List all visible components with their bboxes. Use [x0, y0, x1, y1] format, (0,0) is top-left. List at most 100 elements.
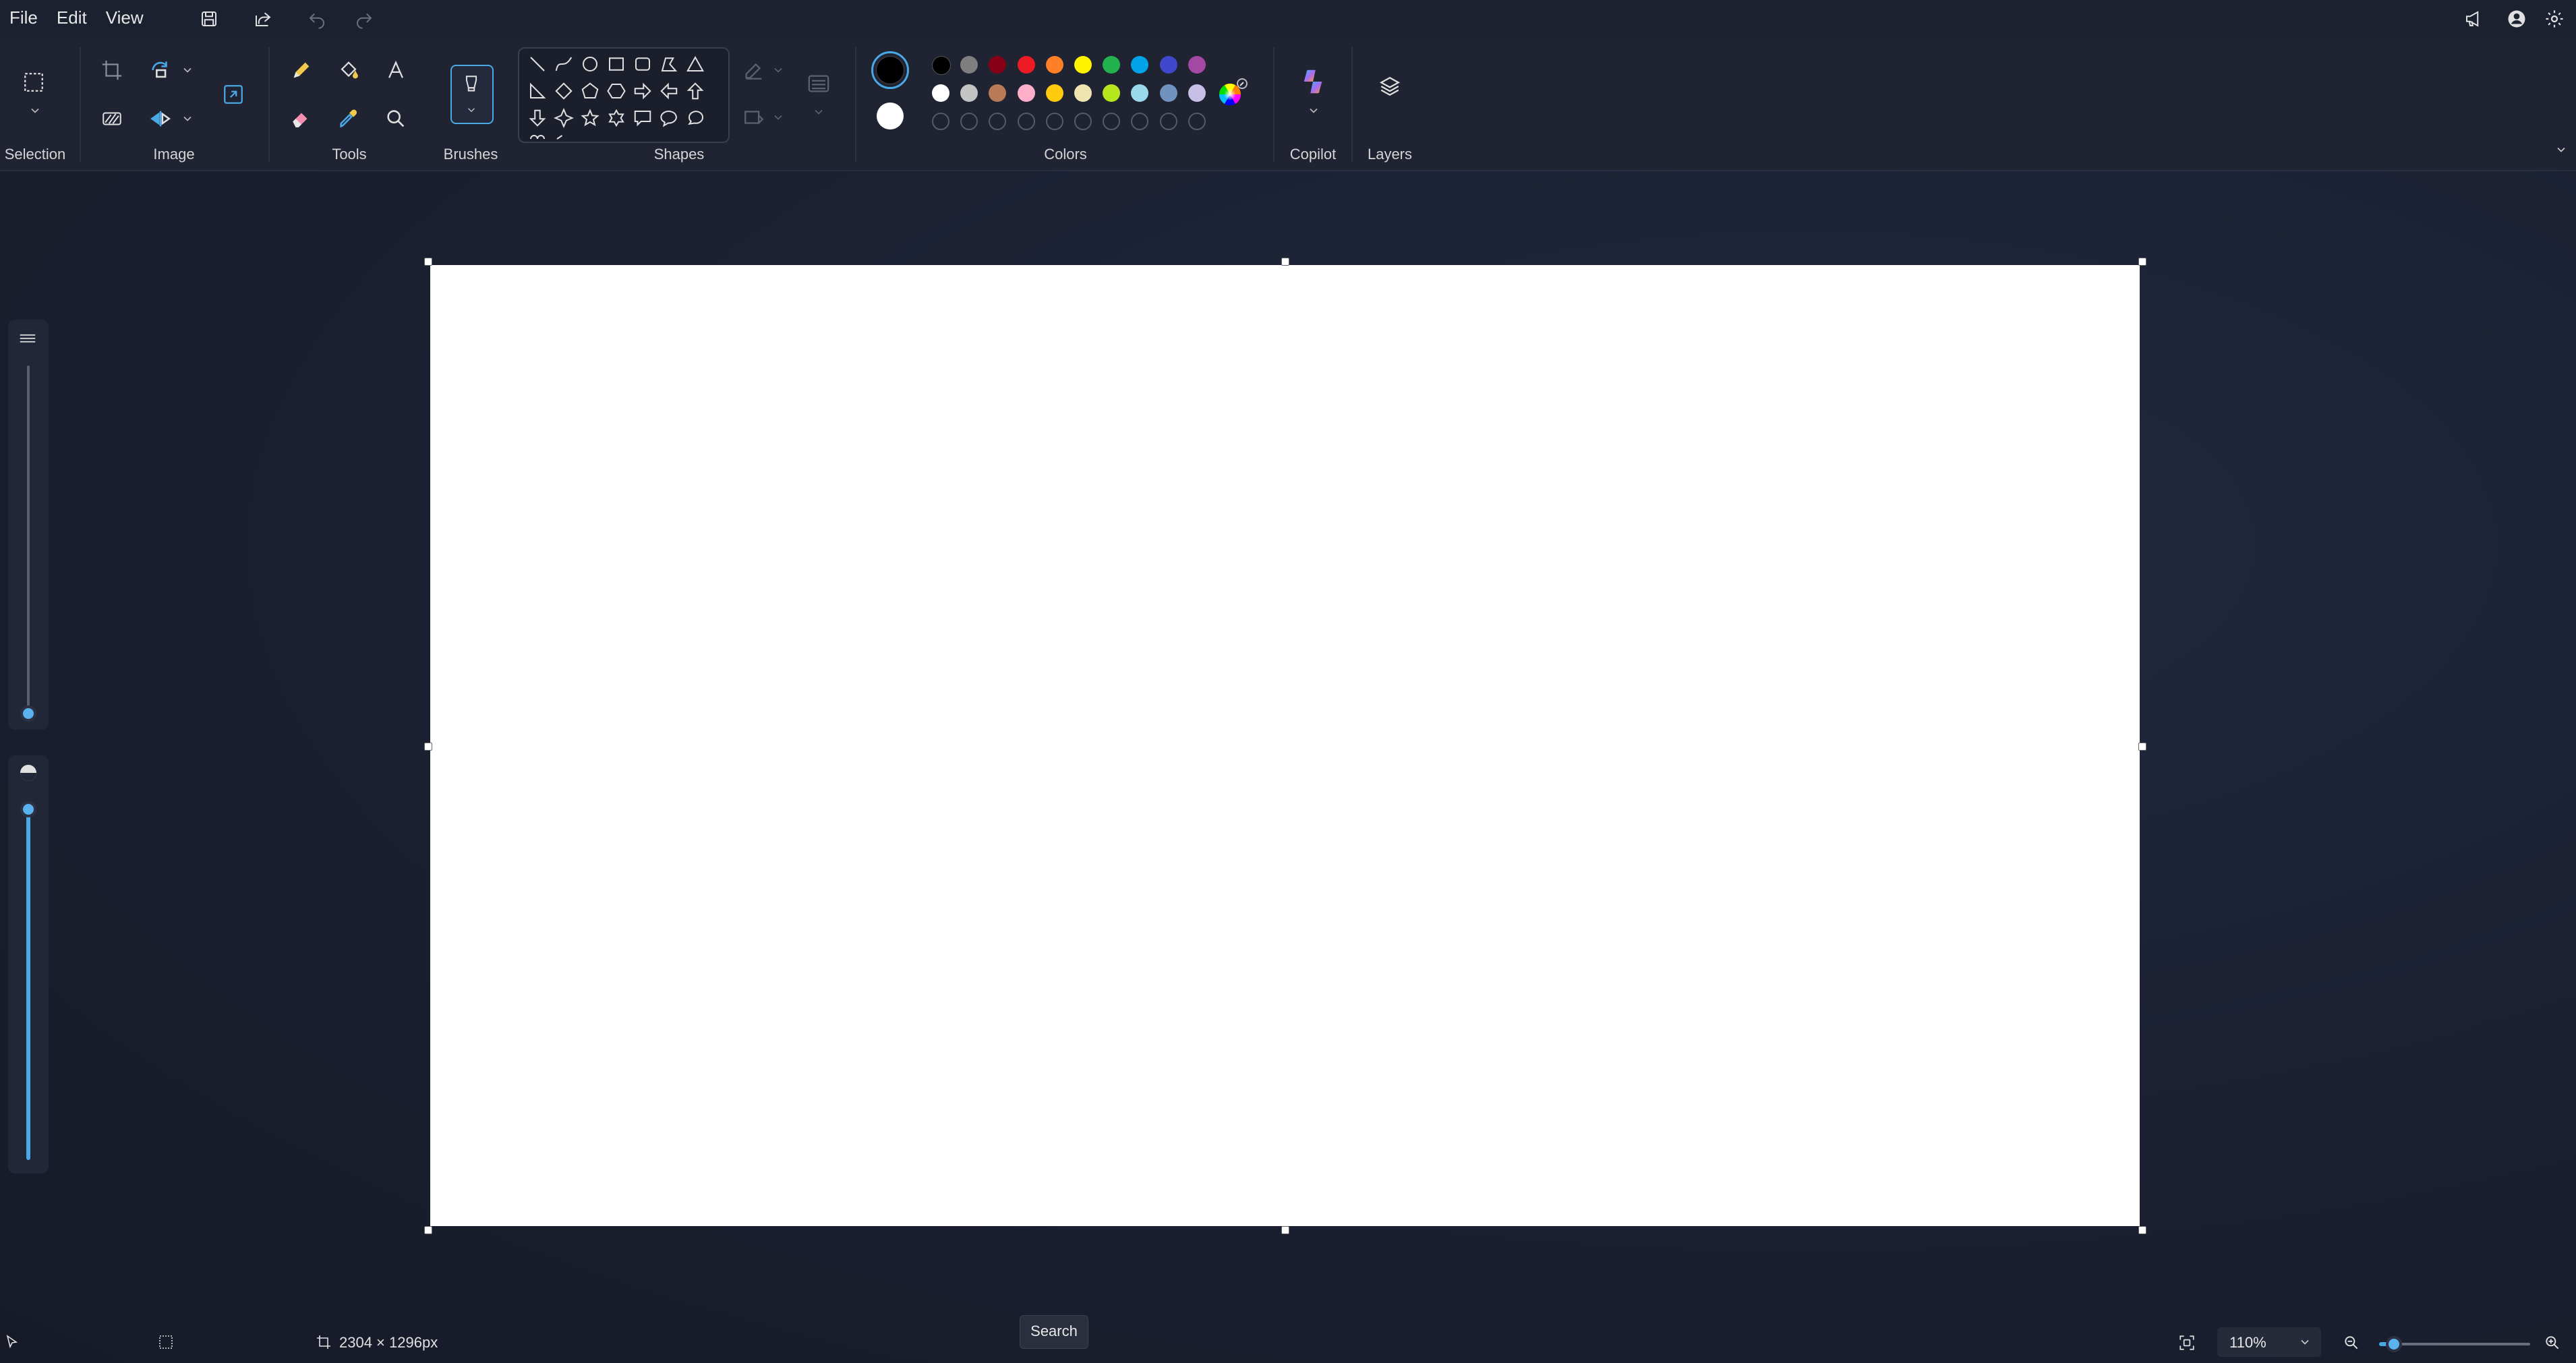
custom-color-slot[interactable] — [1159, 113, 1177, 130]
palette-color-swatch[interactable] — [1103, 56, 1121, 74]
custom-color-slot[interactable] — [1017, 113, 1035, 130]
right-triangle-shape-icon[interactable] — [527, 81, 550, 104]
palette-color-swatch[interactable] — [1045, 56, 1063, 74]
palette-color-swatch[interactable] — [989, 56, 1007, 74]
secondary-color-swatch[interactable] — [877, 103, 904, 129]
chevron-down-icon[interactable] — [28, 104, 42, 117]
custom-color-slot[interactable] — [960, 113, 978, 130]
flip-chevron-down-icon[interactable] — [181, 112, 194, 125]
stroke-chevron-down-icon[interactable] — [812, 105, 825, 119]
resize-handle-left[interactable] — [424, 743, 432, 751]
palette-color-swatch[interactable] — [1159, 56, 1177, 74]
resize-handle-top[interactable] — [1281, 258, 1289, 266]
down-arrow-shape-icon[interactable] — [527, 108, 550, 131]
palette-color-swatch[interactable] — [1017, 84, 1035, 102]
rotate-chevron-down-icon[interactable] — [181, 63, 194, 77]
resize-handle-bottom-left[interactable] — [424, 1226, 432, 1234]
palette-color-swatch[interactable] — [932, 84, 949, 102]
palette-color-swatch[interactable] — [1131, 84, 1149, 102]
palette-color-swatch[interactable] — [1017, 56, 1035, 74]
share-icon[interactable] — [250, 5, 276, 32]
palette-color-swatch[interactable] — [1074, 56, 1092, 74]
flip-icon[interactable] — [142, 100, 179, 138]
custom-color-slot[interactable] — [1188, 113, 1206, 130]
opacity-thumb[interactable] — [20, 801, 36, 817]
custom-color-slot[interactable] — [1074, 113, 1092, 130]
custom-color-slot[interactable] — [1045, 113, 1063, 130]
five-point-star-shape-icon[interactable] — [580, 108, 603, 131]
palette-color-swatch[interactable] — [960, 56, 978, 74]
polygon-shape-icon[interactable] — [659, 54, 682, 77]
resize-handle-top-left[interactable] — [424, 258, 432, 266]
magnifier-icon[interactable] — [377, 100, 415, 138]
curve-shape-icon[interactable] — [554, 54, 577, 77]
copilot-chevron-down-icon[interactable] — [1307, 104, 1320, 117]
palette-color-swatch[interactable] — [1188, 56, 1206, 74]
palette-color-swatch[interactable] — [1045, 84, 1063, 102]
fill-bucket-icon[interactable] — [330, 51, 368, 89]
crop-icon[interactable] — [93, 51, 131, 89]
primary-color-swatch[interactable] — [871, 51, 909, 89]
palette-color-swatch[interactable] — [960, 84, 978, 102]
triangle-shape-icon[interactable] — [685, 54, 708, 77]
resize-image-icon[interactable] — [214, 76, 252, 113]
up-arrow-shape-icon[interactable] — [685, 81, 708, 104]
menu-edit[interactable]: Edit — [47, 0, 96, 38]
shape-outline-icon[interactable] — [735, 51, 773, 89]
heart-shape-icon[interactable] — [527, 132, 550, 142]
zoom-out-icon[interactable] — [2343, 1334, 2360, 1352]
resize-handle-bottom-right[interactable] — [2138, 1226, 2146, 1234]
lightning-shape-icon[interactable] — [554, 132, 577, 142]
menu-file[interactable]: File — [0, 0, 47, 38]
text-tool-icon[interactable] — [377, 51, 415, 89]
shape-fill-icon[interactable] — [735, 98, 773, 136]
cloud-callout-shape-icon[interactable] — [685, 108, 708, 131]
diamond-shape-icon[interactable] — [554, 81, 577, 104]
palette-color-swatch[interactable] — [1159, 84, 1177, 102]
zoom-slider-thumb[interactable] — [2386, 1336, 2403, 1352]
shapes-gallery[interactable] — [518, 47, 730, 143]
brushes-button[interactable] — [450, 65, 494, 124]
custom-color-slot[interactable] — [989, 113, 1007, 130]
resize-handle-bottom[interactable] — [1281, 1226, 1289, 1234]
line-shape-icon[interactable] — [527, 54, 550, 77]
four-point-star-shape-icon[interactable] — [553, 107, 577, 131]
resize-handle-top-right[interactable] — [2138, 258, 2146, 266]
palette-color-swatch[interactable] — [1103, 84, 1121, 102]
collapse-ribbon-chevron-icon[interactable] — [2554, 143, 2568, 156]
save-icon[interactable] — [196, 5, 223, 32]
pentagon-shape-icon[interactable] — [580, 81, 603, 104]
fill-chevron-down-icon[interactable] — [771, 111, 785, 124]
redo-icon[interactable] — [351, 5, 378, 32]
custom-color-slot[interactable] — [1103, 113, 1121, 130]
six-point-star-shape-icon[interactable] — [606, 108, 629, 131]
oval-callout-shape-icon[interactable] — [659, 108, 682, 131]
account-icon[interactable] — [2503, 5, 2530, 32]
remove-background-icon[interactable] — [93, 100, 131, 138]
custom-color-slot[interactable] — [932, 113, 949, 130]
rotate-icon[interactable] — [142, 51, 179, 89]
eraser-icon[interactable] — [283, 100, 320, 138]
hexagon-shape-icon[interactable] — [606, 81, 629, 104]
brush-size-track[interactable] — [27, 366, 30, 714]
rectangle-shape-icon[interactable] — [606, 54, 629, 77]
rectangle-select-icon[interactable] — [15, 63, 53, 101]
outline-chevron-down-icon[interactable] — [771, 63, 785, 77]
menu-view[interactable]: View — [96, 0, 153, 38]
rounded-rectangle-shape-icon[interactable] — [633, 54, 655, 77]
drawing-canvas[interactable] — [430, 265, 2140, 1226]
undo-icon[interactable] — [303, 5, 330, 32]
zoom-in-icon[interactable] — [2544, 1334, 2561, 1352]
brush-size-thumb[interactable] — [20, 705, 36, 722]
settings-gear-icon[interactable] — [2541, 5, 2568, 32]
feedback-icon[interactable] — [2460, 5, 2487, 32]
zoom-level-dropdown[interactable]: 110% — [2217, 1327, 2321, 1357]
layers-icon[interactable] — [1371, 67, 1409, 105]
edit-colors-icon[interactable] — [1217, 77, 1249, 109]
fit-to-window-icon[interactable] — [2178, 1334, 2196, 1352]
palette-color-swatch[interactable] — [1131, 56, 1149, 74]
color-picker-icon[interactable] — [330, 100, 368, 138]
oval-shape-icon[interactable] — [580, 54, 603, 77]
palette-color-swatch[interactable] — [1074, 84, 1092, 102]
left-arrow-shape-icon[interactable] — [659, 81, 682, 104]
